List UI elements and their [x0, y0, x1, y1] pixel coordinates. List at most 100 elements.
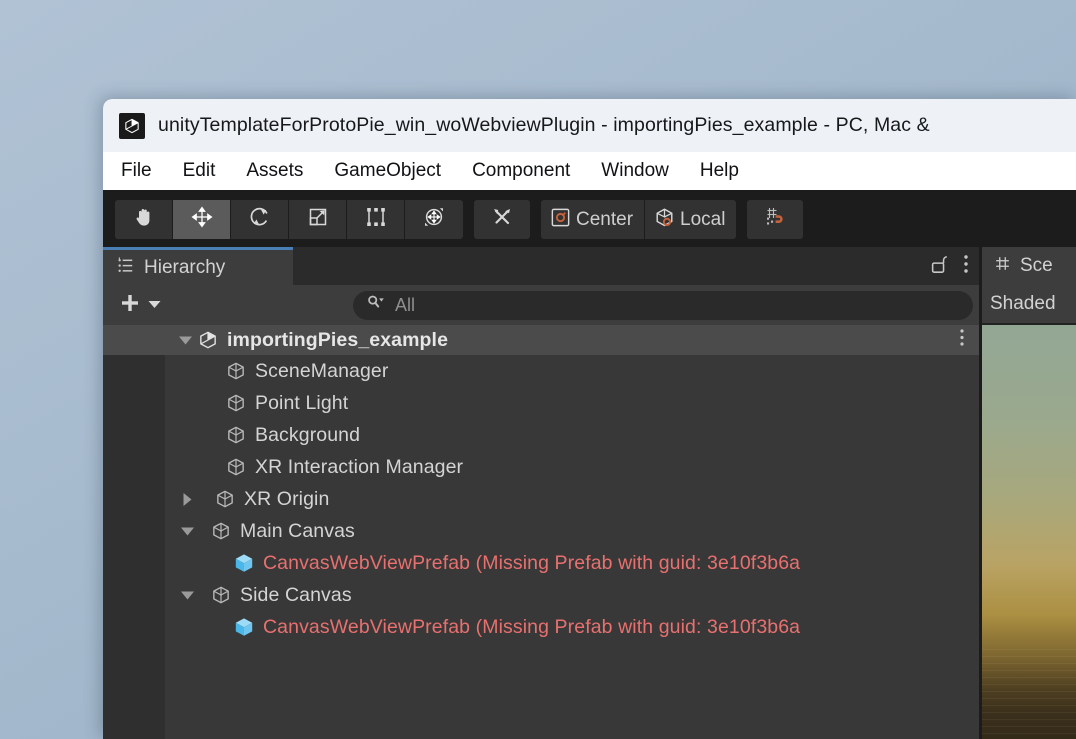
search-dropdown-icon [367, 294, 386, 316]
window-title: unityTemplateForProtoPie_win_woWebviewPl… [158, 114, 930, 136]
twisty-collapsed-icon[interactable] [177, 492, 197, 507]
gameobject-cube-icon [223, 360, 249, 382]
tree-row-side-canvas[interactable]: Side Canvas [103, 579, 979, 611]
menu-item-window[interactable]: Window [601, 160, 669, 182]
tree-row-label: Point Light [255, 391, 349, 414]
scene-view-toolbar: Shaded [982, 285, 1076, 325]
menu-item-gameobject[interactable]: GameObject [334, 160, 441, 182]
twisty-expanded-icon[interactable] [177, 526, 197, 537]
menu-item-file[interactable]: File [121, 160, 152, 182]
menu-bar: File Edit Assets GameObject Component Wi… [103, 152, 1076, 192]
twisty-expanded-icon[interactable] [175, 335, 195, 346]
tree-row-label: XR Origin [244, 487, 330, 510]
window-titlebar[interactable]: unityTemplateForProtoPie_win_woWebviewPl… [103, 99, 1076, 152]
tree-row-label: importingPies_example [227, 328, 449, 351]
hand-icon [132, 205, 156, 234]
scene-viewport[interactable] [982, 325, 1076, 739]
gameobject-cube-icon [208, 584, 234, 606]
kebab-menu-icon[interactable] [963, 253, 969, 280]
rect-transform-tool-button[interactable] [347, 200, 405, 239]
move-tool-button[interactable] [173, 200, 231, 239]
gameobject-cube-icon [208, 520, 234, 542]
scene-context-menu-icon[interactable] [959, 328, 965, 353]
transform-tool-button[interactable] [405, 200, 463, 239]
pivot-rotation-label: Local [680, 208, 726, 230]
add-gameobject-button[interactable] [119, 292, 161, 319]
unity-scene-icon [195, 329, 221, 351]
scene-shading-mode-dropdown[interactable]: Shaded [990, 293, 1056, 315]
hierarchy-tab-label: Hierarchy [144, 256, 226, 278]
rotate-icon [248, 205, 272, 234]
grid-snap-button[interactable] [747, 200, 804, 239]
unity-editor-window: unityTemplateForProtoPie_win_woWebviewPl… [103, 99, 1076, 739]
tree-row-missing-prefab[interactable]: CanvasWebViewPrefab (Missing Prefab with… [103, 611, 979, 643]
tree-row-label: XR Interaction Manager [255, 455, 464, 478]
scene-panel: Sce Shaded [979, 247, 1076, 739]
tree-row-point-light[interactable]: Point Light [103, 387, 979, 419]
hand-tool-button[interactable] [115, 200, 173, 239]
transform-icon [422, 205, 446, 234]
hierarchy-panel: Hierarchy All importingPies_example Scen… [103, 247, 979, 739]
tree-row-label: Side Canvas [240, 583, 352, 606]
editor-panels: Hierarchy All importingPies_example Scen… [103, 247, 1076, 739]
gameobject-cube-icon [223, 392, 249, 414]
tree-row-label: Background [255, 423, 361, 446]
tree-row-main-canvas[interactable]: Main Canvas [103, 515, 979, 547]
menu-item-component[interactable]: Component [472, 160, 570, 182]
rotate-tool-button[interactable] [231, 200, 289, 239]
prefab-cube-icon [231, 551, 257, 575]
gameobject-cube-icon [212, 488, 238, 510]
hierarchy-tab-actions [929, 247, 979, 285]
scene-ground-texture [982, 649, 1076, 739]
tree-row-label: SceneManager [255, 359, 389, 382]
prefab-cube-icon [231, 615, 257, 639]
tab-scene-label[interactable]: Sce [1020, 255, 1053, 277]
tree-row-label: CanvasWebViewPrefab (Missing Prefab with… [263, 615, 801, 638]
tab-row-spacer [293, 247, 929, 285]
unity-logo-icon [119, 112, 145, 139]
gameobject-cube-icon [223, 456, 249, 478]
tree-row-xr-interaction-manager[interactable]: XR Interaction Manager [103, 451, 979, 483]
tree-row-xr-origin[interactable]: XR Origin [103, 483, 979, 515]
hierarchy-tree[interactable]: importingPies_example SceneManager Point… [103, 325, 979, 739]
custom-editor-tool-button[interactable] [474, 200, 530, 239]
snap-group [747, 200, 804, 239]
desktop-background: unityTemplateForProtoPie_win_woWebviewPl… [0, 0, 1076, 739]
hierarchy-toolbar: All [103, 285, 979, 325]
pivot-toggles-group: Center Local [541, 200, 737, 239]
pivot-local-icon [653, 206, 676, 234]
tree-row-background[interactable]: Background [103, 419, 979, 451]
pivot-rotation-button[interactable]: Local [645, 200, 737, 239]
tree-row-scenemanager[interactable]: SceneManager [103, 355, 979, 387]
menu-item-edit[interactable]: Edit [183, 160, 216, 182]
scale-tool-button[interactable] [289, 200, 347, 239]
move-arrows-icon [190, 205, 214, 234]
gameobject-cube-icon [223, 424, 249, 446]
tree-row-missing-prefab[interactable]: CanvasWebViewPrefab (Missing Prefab with… [103, 547, 979, 579]
editor-toolbar: Center Local [103, 192, 1076, 247]
tree-row-scene-root[interactable]: importingPies_example [103, 325, 979, 355]
hierarchy-icon [116, 256, 135, 280]
custom-tool-group [474, 200, 530, 239]
hierarchy-tab-row: Hierarchy [103, 247, 979, 285]
grid-snap-magnet-icon [763, 205, 787, 234]
menu-item-help[interactable]: Help [700, 160, 739, 182]
padlock-open-icon[interactable] [929, 253, 949, 280]
pivot-mode-label: Center [576, 208, 634, 230]
plus-icon [119, 292, 141, 319]
wrench-screwdriver-icon [490, 205, 514, 234]
pivot-mode-button[interactable]: Center [541, 200, 646, 239]
tab-hierarchy[interactable]: Hierarchy [103, 247, 293, 285]
tree-row-label: CanvasWebViewPrefab (Missing Prefab with… [263, 551, 801, 574]
scene-tab-row: Sce [982, 247, 1076, 285]
menu-item-assets[interactable]: Assets [246, 160, 303, 182]
scene-grid-icon [993, 254, 1012, 278]
rect-transform-icon [364, 205, 388, 234]
tree-row-label: Main Canvas [240, 519, 355, 542]
search-input[interactable]: All [353, 290, 973, 320]
twisty-expanded-icon[interactable] [177, 590, 197, 601]
search-placeholder: All [395, 294, 416, 315]
scale-icon [306, 205, 330, 234]
transform-tools-group [115, 200, 463, 239]
scene-root-gutter [103, 325, 165, 355]
